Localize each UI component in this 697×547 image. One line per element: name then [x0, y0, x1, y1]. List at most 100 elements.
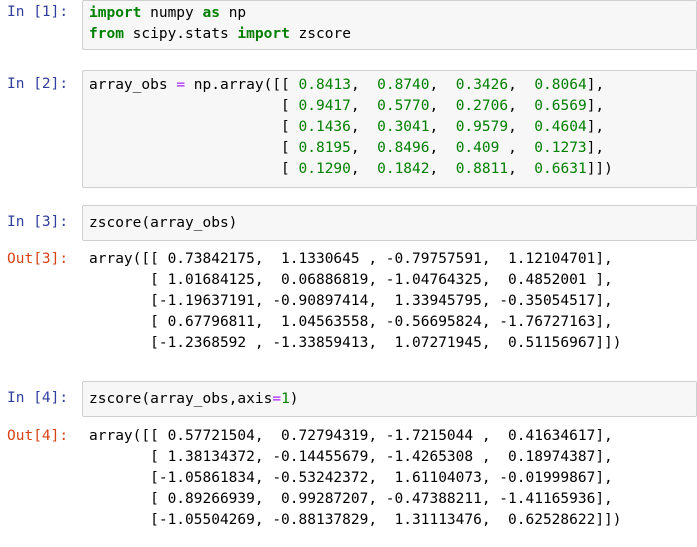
code-token: zscore(array_obs) — [89, 215, 238, 231]
number-token: 0.2706 — [455, 98, 509, 114]
code-line: zscore(array_obs,axis=1) — [89, 391, 299, 407]
code-editor[interactable]: zscore(array_obs) — [89, 213, 237, 234]
code-token: , — [429, 77, 456, 93]
output-line: [-1.05504269, -0.88137829, 1.31113476, 0… — [89, 512, 622, 528]
code-line: from scipy.stats import zscore — [89, 26, 351, 42]
cell-3: In [3]: zscore(array_obs) — [0, 205, 697, 241]
code-token: , — [350, 140, 378, 156]
code-line: [ 0.1290, 0.1842, 0.8811, 0.6631]]) — [89, 161, 613, 177]
code-token: ], — [586, 119, 605, 135]
number-token: 0.409 — [455, 140, 500, 156]
output-line: [ 0.67796811, 1.04563558, -0.56695824, -… — [89, 314, 613, 330]
code-token: , — [508, 119, 535, 135]
cell-4: In [4]: zscore(array_obs,axis=1) — [0, 381, 697, 417]
code-input-cell[interactable]: array_obs = np.array([[ 0.8413, 0.8740, … — [82, 70, 697, 188]
code-token: scipy.stats — [123, 26, 238, 42]
code-token: array_obs — [89, 77, 177, 93]
output-3: Out[3]: array([[ 0.73842175, 1.1330645 ,… — [0, 248, 697, 360]
output-line: [-1.19637191, -0.90897414, 1.33945795, -… — [89, 293, 613, 309]
code-token: , — [350, 161, 378, 177]
code-token: , — [429, 119, 456, 135]
code-token: , — [508, 161, 535, 177]
input-prompt: In [4]: — [7, 390, 69, 406]
code-line: array_obs = np.array([[ 0.8413, 0.8740, … — [89, 77, 604, 93]
code-token: , — [350, 98, 378, 114]
code-token: ) — [289, 391, 299, 407]
number-token: 0.5770 — [377, 98, 430, 114]
number-token: 0.1290 — [298, 161, 351, 177]
code-token: [ — [89, 98, 299, 114]
number-token: 0.8496 — [377, 140, 430, 156]
output-line: [ 1.01684125, 0.06886819, -1.04764325, 0… — [89, 272, 613, 288]
code-token: ], — [586, 140, 605, 156]
code-token: , — [350, 77, 378, 93]
code-line: [ 0.1436, 0.3041, 0.9579, 0.4604], — [89, 119, 604, 135]
code-input-cell[interactable]: zscore(array_obs,axis=1) — [82, 381, 697, 417]
code-input-cell[interactable]: import numpy as np from scipy.stats impo… — [82, 0, 697, 50]
code-token: numpy — [141, 5, 203, 21]
number-token: 1 — [281, 391, 290, 407]
code-editor[interactable]: import numpy as np from scipy.stats impo… — [89, 3, 351, 45]
code-token: , — [350, 119, 378, 135]
number-token: 0.9579 — [455, 119, 509, 135]
code-token: ]]) — [586, 161, 613, 177]
output-prompt: Out[3]: — [7, 251, 69, 267]
keyword-token: import — [89, 5, 142, 21]
number-token: 0.6569 — [534, 98, 587, 114]
number-token: 0.3041 — [377, 119, 430, 135]
code-token: zscore(array_obs,axis — [89, 391, 273, 407]
number-token: 0.1436 — [298, 119, 351, 135]
code-token: ], — [586, 77, 605, 93]
output-line: [-1.2368592 , -1.33859413, 1.07271945, 0… — [89, 335, 622, 351]
input-prompt: In [1]: — [7, 4, 69, 20]
code-token: [ — [89, 161, 299, 177]
number-token: 0.1842 — [377, 161, 430, 177]
code-token: , — [508, 98, 535, 114]
output-line: [ 0.89266939, 0.99287207, -0.47388211, -… — [89, 491, 613, 507]
output-line: [ 1.38134372, -0.14455679, -1.4265308 , … — [89, 449, 613, 465]
input-prompt: In [2]: — [7, 76, 69, 92]
code-token: np.array([[ — [185, 77, 299, 93]
number-token: 0.8811 — [455, 161, 509, 177]
code-editor[interactable]: zscore(array_obs,axis=1) — [89, 389, 299, 410]
code-token: [ — [89, 140, 299, 156]
number-token: 0.6631 — [534, 161, 587, 177]
code-token: np — [219, 5, 247, 21]
keyword-token: as — [202, 5, 220, 21]
output-line: [-1.05861834, -0.53242372, 1.61104073, -… — [89, 470, 613, 486]
number-token: 0.8740 — [377, 77, 430, 93]
operator-token: = — [272, 391, 282, 407]
number-token: 0.3426 — [455, 77, 509, 93]
output-line: array([[ 0.57721504, 0.72794319, -1.7215… — [89, 428, 613, 444]
keyword-token: import — [237, 26, 290, 42]
number-token: 0.8064 — [534, 77, 587, 93]
code-line: [ 0.9417, 0.5770, 0.2706, 0.6569], — [89, 98, 604, 114]
code-line: [ 0.8195, 0.8496, 0.409 , 0.1273], — [89, 140, 604, 156]
number-token: 0.4604 — [534, 119, 587, 135]
code-token: , — [499, 140, 535, 156]
code-token: zscore — [289, 26, 351, 42]
code-token: , — [429, 140, 456, 156]
number-token: 0.9417 — [298, 98, 351, 114]
operator-token: = — [176, 77, 186, 93]
code-line: zscore(array_obs) — [89, 215, 237, 231]
code-input-cell[interactable]: zscore(array_obs) — [82, 205, 697, 241]
keyword-token: from — [89, 26, 124, 42]
output-prompt: Out[4]: — [7, 428, 69, 444]
code-line: import numpy as np — [89, 5, 246, 21]
output-text: array([[ 0.57721504, 0.72794319, -1.7215… — [89, 426, 622, 531]
code-editor[interactable]: array_obs = np.array([[ 0.8413, 0.8740, … — [89, 75, 613, 180]
number-token: 0.8413 — [298, 77, 351, 93]
code-token: , — [429, 98, 456, 114]
code-token: , — [429, 161, 456, 177]
code-token: [ — [89, 119, 299, 135]
output-4: Out[4]: array([[ 0.57721504, 0.72794319,… — [0, 425, 697, 540]
output-text: array([[ 0.73842175, 1.1330645 , -0.7975… — [89, 249, 622, 354]
cell-2: In [2]: array_obs = np.array([[ 0.8413, … — [0, 70, 697, 190]
number-token: 0.8195 — [298, 140, 351, 156]
cell-1: In [1]: import numpy as np from scipy.st… — [0, 0, 697, 52]
number-token: 0.1273 — [534, 140, 587, 156]
code-token: ], — [586, 98, 605, 114]
code-token: , — [508, 77, 535, 93]
input-prompt: In [3]: — [7, 214, 69, 230]
